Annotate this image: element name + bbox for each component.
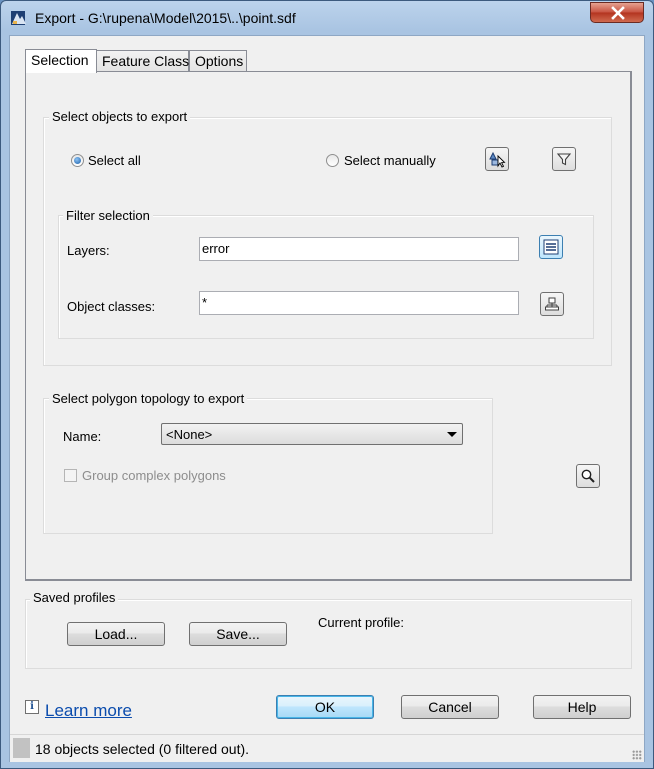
select-objects-button[interactable] xyxy=(485,147,509,171)
ok-button[interactable]: OK xyxy=(276,695,374,719)
save-profile-button[interactable]: Save... xyxy=(189,622,287,646)
magnifier-icon xyxy=(581,469,595,483)
object-classes-icon xyxy=(545,297,559,311)
tab-feature-class[interactable]: Feature Class xyxy=(96,50,189,72)
tab-feature-class-label: Feature Class xyxy=(102,53,190,69)
select-objects-icon xyxy=(489,151,506,168)
group-complex-polygons-label: Group complex polygons xyxy=(82,468,226,483)
title-bar[interactable]: Export - G:\rupena\Model\2015\..\point.s… xyxy=(1,1,653,35)
group-complex-polygons-checkbox[interactable] xyxy=(64,469,77,482)
dialog-client-area: Selection Feature Class Options Select o… xyxy=(9,35,645,762)
layers-label: Layers: xyxy=(67,243,110,258)
layers-input[interactable]: error xyxy=(199,237,519,261)
select-all-radio[interactable] xyxy=(71,154,84,167)
zoom-topology-button[interactable] xyxy=(576,464,600,488)
select-object-classes-button[interactable] xyxy=(540,292,564,316)
select-all-label[interactable]: Select all xyxy=(88,153,141,168)
tab-selection[interactable]: Selection xyxy=(25,49,97,73)
app-icon xyxy=(10,9,28,27)
layers-icon xyxy=(543,239,559,255)
tab-options-label: Options xyxy=(195,53,244,69)
export-dialog: Export - G:\rupena\Model\2015\..\point.s… xyxy=(0,0,654,769)
topology-name-label: Name: xyxy=(63,429,102,444)
load-profile-button[interactable]: Load... xyxy=(67,622,165,646)
polygon-topology-group xyxy=(43,398,493,534)
resize-grip[interactable] xyxy=(632,750,642,760)
status-bar: 18 objects selected (0 filtered out). xyxy=(10,734,644,762)
filter-selection-group xyxy=(58,215,594,339)
close-button[interactable] xyxy=(590,2,644,23)
object-classes-label: Object classes: xyxy=(67,299,156,314)
object-classes-input[interactable]: * xyxy=(199,291,519,315)
saved-profiles-group-title: Saved profiles xyxy=(30,590,119,605)
window-title: Export - G:\rupena\Model\2015\..\point.s… xyxy=(35,10,296,26)
current-profile-label: Current profile: xyxy=(318,615,404,630)
info-icon[interactable]: i xyxy=(25,700,39,714)
filter-selection-group-title: Filter selection xyxy=(63,208,153,223)
cancel-button[interactable]: Cancel xyxy=(401,695,499,719)
status-text: 18 objects selected (0 filtered out). xyxy=(35,741,250,757)
tab-selection-label: Selection xyxy=(31,52,89,68)
polygon-topology-group-title: Select polygon topology to export xyxy=(49,391,248,406)
filter-icon xyxy=(556,153,572,166)
topology-name-dropdown[interactable]: <None> xyxy=(161,423,463,445)
topology-name-value: <None> xyxy=(166,427,213,442)
tab-options[interactable]: Options xyxy=(189,50,247,72)
select-objects-group-title: Select objects to export xyxy=(49,109,191,124)
select-manually-radio[interactable] xyxy=(326,154,339,167)
select-layers-button[interactable] xyxy=(539,235,563,259)
learn-more-link[interactable]: Learn more xyxy=(45,701,132,721)
chevron-down-icon xyxy=(447,432,457,437)
close-icon xyxy=(611,6,625,20)
selection-tab-page: Select objects to export Select all Sele… xyxy=(25,71,632,581)
help-button[interactable]: Help xyxy=(533,695,631,719)
quick-select-filter-button[interactable] xyxy=(552,147,576,171)
status-indicator xyxy=(13,738,30,758)
select-manually-label[interactable]: Select manually xyxy=(344,153,436,168)
